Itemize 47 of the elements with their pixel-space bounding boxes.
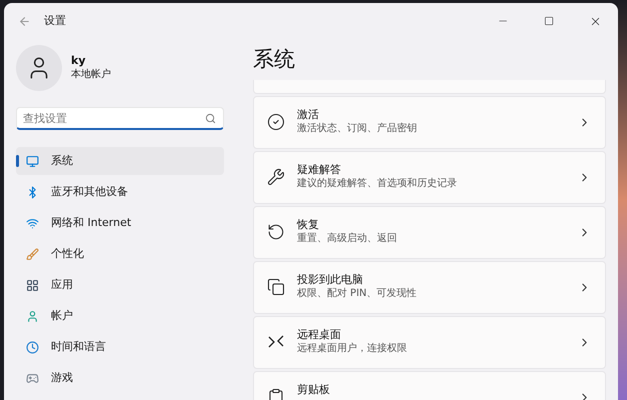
check-circle-icon	[267, 112, 285, 130]
page-title: 系统	[253, 46, 296, 73]
card-title: 恢复	[297, 217, 320, 232]
settings-card[interactable]: 投影到此电脑 权限、配对 PIN、可发现性	[253, 261, 606, 314]
sidebar-item[interactable]: 时间和语言	[16, 333, 224, 361]
settings-card[interactable]: 恢复 重置、高级启动、返回	[253, 206, 606, 259]
card-title: 疑难解答	[297, 162, 342, 177]
restore-icon	[267, 222, 285, 240]
sidebar-item[interactable]: 应用	[16, 271, 224, 299]
screens-icon	[267, 278, 285, 296]
person-icon	[26, 310, 39, 322]
wrench-icon	[267, 168, 285, 186]
maximize-icon	[544, 16, 554, 26]
card-subtitle: 权限、配对 PIN、可发现性	[297, 287, 418, 301]
wifi-icon	[26, 216, 39, 230]
card-title: 剪贴板	[297, 382, 331, 397]
selection-indicator	[16, 155, 19, 167]
card-subtitle: 激活状态、订阅、产品密钥	[297, 122, 418, 136]
remote-arrows-icon	[267, 334, 285, 350]
bluetooth-icon	[26, 186, 39, 198]
apps-grid-icon	[26, 278, 39, 292]
sidebar-item[interactable]: 蓝牙和其他设备	[16, 178, 224, 206]
card-subtitle: 远程桌面用户，连接权限	[297, 342, 408, 356]
monitor-icon	[26, 154, 39, 168]
sidebar-item[interactable]: 帐户	[16, 302, 224, 330]
settings-card[interactable]: 激活 激活状态、订阅、产品密钥	[253, 96, 606, 149]
card-title: 远程桌面	[297, 327, 342, 342]
sidebar-item[interactable]: 个性化	[16, 240, 224, 268]
back-arrow-icon	[18, 14, 30, 28]
sidebar-item[interactable]: 游戏	[16, 364, 224, 392]
card-title: 激活	[297, 107, 320, 122]
search-field[interactable]: 查找设置	[16, 107, 224, 130]
card-subtitle: 建议的疑难解答、首选项和历史记录	[297, 177, 458, 191]
user-name: ky	[71, 54, 86, 68]
card-subtitle: 重置、高级启动、返回	[297, 232, 398, 246]
settings-card[interactable]: 疑难解答 建议的疑难解答、首选项和历史记录	[253, 151, 606, 204]
brush-icon	[26, 248, 39, 260]
card-title: 投影到此电脑	[297, 272, 364, 287]
search-icon	[205, 113, 216, 124]
window-title: 设置	[44, 12, 66, 29]
clock-icon	[26, 340, 39, 354]
settings-card[interactable]: 远程桌面 远程桌面用户，连接权限	[253, 316, 606, 369]
account-type: 本地帐户	[71, 68, 111, 82]
settings-card[interactable]: 剪贴板	[253, 371, 606, 400]
sidebar-item[interactable]: 网络和 Internet	[16, 209, 224, 237]
gamepad-icon	[26, 372, 39, 384]
sidebar-item[interactable]: 系统	[16, 147, 224, 175]
